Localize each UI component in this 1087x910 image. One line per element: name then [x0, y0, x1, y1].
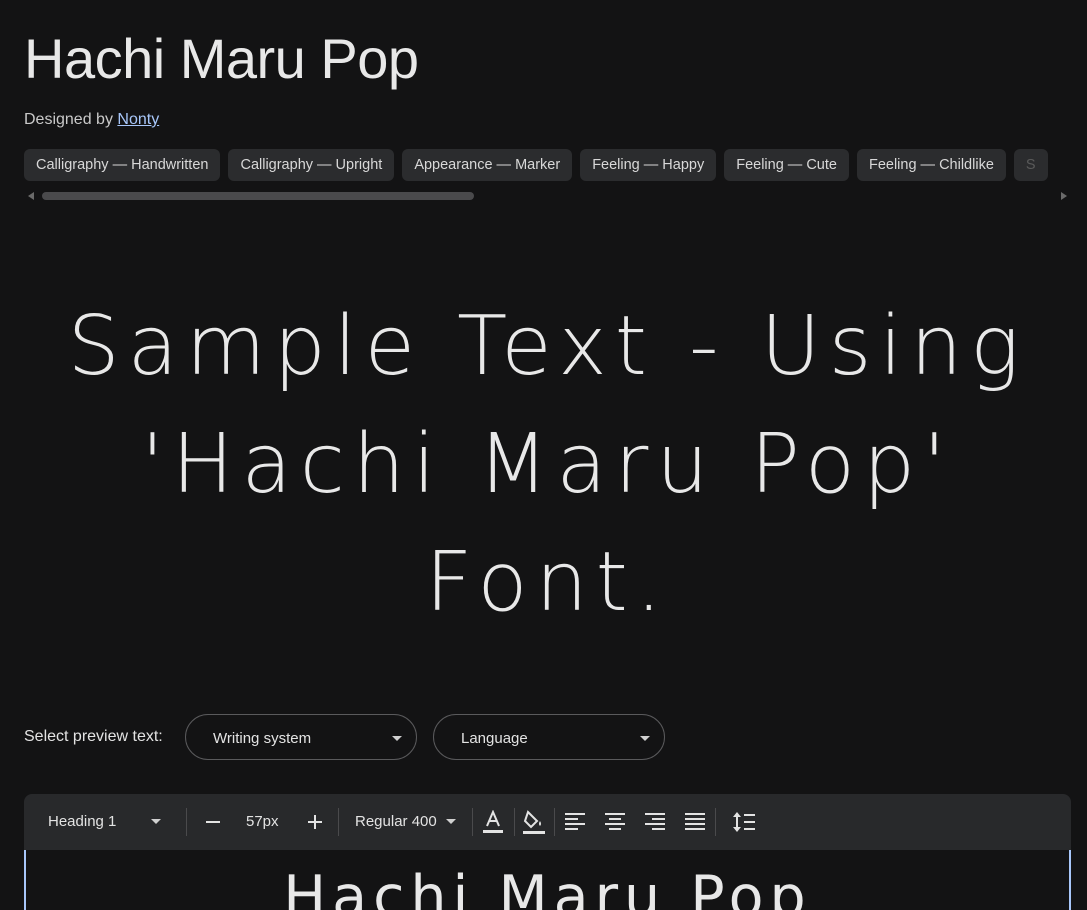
align-center-icon [605, 813, 625, 830]
designer-line: Designed by Nonty [24, 111, 159, 129]
highlight-color-icon [523, 810, 545, 834]
tag-chip[interactable]: Feeling — Childlike [856, 149, 1006, 181]
chevron-down-icon [640, 736, 650, 741]
sample-line: Font. [425, 535, 670, 630]
chevron-down-icon [446, 819, 456, 824]
designed-by-label: Designed by [24, 111, 113, 128]
align-right-icon [645, 813, 665, 830]
align-right-button[interactable] [645, 794, 665, 850]
toolbar-divider [186, 808, 187, 836]
language-select[interactable]: Language [433, 714, 665, 760]
sample-line: 'Hachi Maru Pop' [141, 417, 954, 512]
preview-text-label: Select preview text: [24, 728, 163, 745]
weight-select[interactable]: Regular 400 [355, 794, 460, 850]
align-left-icon [565, 813, 585, 830]
toolbar-divider [338, 808, 339, 836]
tag-chip[interactable]: Feeling — Happy [580, 149, 717, 181]
align-center-button[interactable] [605, 794, 625, 850]
tag-chip[interactable]: Feeling — Cute [724, 149, 849, 181]
decrease-size-button[interactable] [204, 794, 226, 850]
minus-icon [206, 821, 220, 823]
tag-chip[interactable]: Appearance — Marker [402, 149, 573, 181]
align-justify-button[interactable] [685, 794, 705, 850]
align-left-button[interactable] [565, 794, 585, 850]
sample-text-preview: Sample Text - Using 'Hachi Maru Pop' Fon… [24, 288, 1071, 642]
tags-scrollbar[interactable] [24, 190, 1071, 202]
line-height-icon [733, 812, 755, 832]
font-title: Hachi Maru Pop [24, 27, 419, 90]
tag-list: Calligraphy — Handwritten Calligraphy — U… [24, 149, 1087, 183]
toolbar-divider [715, 808, 716, 836]
scroll-right-icon[interactable] [1061, 192, 1067, 200]
chevron-down-icon [392, 736, 402, 741]
toolbar-divider [472, 808, 473, 836]
chevron-down-icon [151, 819, 161, 824]
align-justify-icon [685, 813, 705, 830]
style-select[interactable]: Heading 1 [48, 794, 168, 850]
sample-line: Sample Text - Using [67, 299, 1028, 394]
tag-chip[interactable]: S [1013, 149, 1048, 181]
writing-system-label: Writing system [213, 730, 312, 747]
editor-text[interactable]: Hachi Maru Pop [26, 862, 1069, 910]
editor-toolbar: Heading 1 57px Regular 400 [24, 794, 1071, 850]
writing-system-select[interactable]: Writing system [185, 714, 417, 760]
preview-editor[interactable]: Hachi Maru Pop [24, 850, 1071, 910]
plus-icon [308, 815, 322, 829]
weight-select-label: Regular 400 [355, 813, 437, 830]
style-select-label: Heading 1 [48, 813, 117, 830]
tag-chip[interactable]: Calligraphy — Handwritten [24, 149, 221, 181]
toolbar-divider [514, 808, 515, 836]
line-height-button[interactable] [732, 794, 756, 850]
toolbar-divider [554, 808, 555, 836]
language-label: Language [461, 730, 528, 747]
tag-chip[interactable]: Calligraphy — Upright [228, 149, 395, 181]
scroll-left-icon[interactable] [28, 192, 34, 200]
designer-link[interactable]: Nonty [117, 111, 159, 128]
text-color-icon [483, 810, 503, 833]
text-color-button[interactable] [482, 794, 504, 850]
font-size-value[interactable]: 57px [246, 794, 286, 850]
scrollbar-thumb[interactable] [42, 192, 474, 200]
highlight-color-button[interactable] [522, 794, 546, 850]
increase-size-button[interactable] [306, 794, 328, 850]
